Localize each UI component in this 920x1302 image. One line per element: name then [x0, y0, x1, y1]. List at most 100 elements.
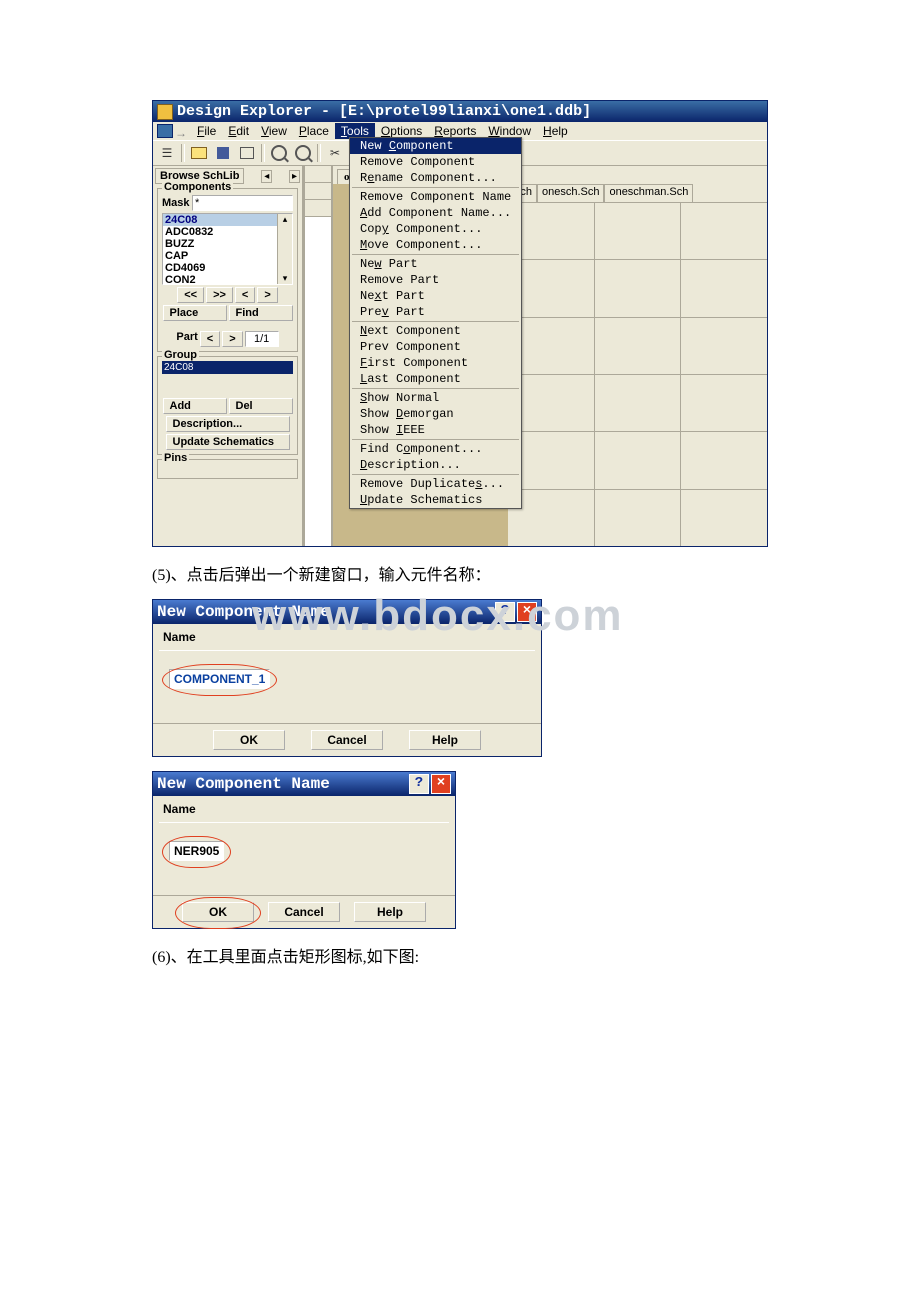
- vertical-divider: [303, 166, 333, 546]
- tab-scroll-right[interactable]: ▸: [289, 170, 300, 183]
- menu-item[interactable]: Add Component Name...: [350, 205, 521, 221]
- ok-button[interactable]: OK: [182, 902, 254, 922]
- menu-help[interactable]: Help: [537, 123, 574, 139]
- add-button[interactable]: Add: [163, 398, 227, 414]
- dialog-close-icon[interactable]: ×: [431, 774, 451, 794]
- group-fieldset: Group 24C08 Add Del Description... Updat…: [157, 356, 298, 455]
- nav-next-button[interactable]: >>: [206, 287, 233, 303]
- menu-item[interactable]: Show IEEE: [350, 422, 521, 438]
- dialog-title: New Component Name: [157, 775, 330, 793]
- menu-item[interactable]: Last Component: [350, 371, 521, 387]
- thumbnail-grid: [508, 203, 767, 546]
- tools-dropdown-menu[interactable]: New ComponentRemove ComponentRename Comp…: [349, 137, 522, 509]
- right-tab-oneschman[interactable]: oneschman.Sch: [604, 184, 693, 202]
- group-selection[interactable]: 24C08: [162, 361, 293, 374]
- find-button[interactable]: Find: [229, 305, 293, 321]
- menu-item[interactable]: Next Part: [350, 288, 521, 304]
- menu-edit[interactable]: Edit: [222, 123, 255, 139]
- part-index: 1/1: [245, 331, 279, 347]
- menu-item[interactable]: First Component: [350, 355, 521, 371]
- menu-view[interactable]: View: [255, 123, 293, 139]
- component-name-input[interactable]: NER905: [169, 841, 224, 861]
- dialog-name-label: Name: [159, 628, 535, 650]
- step-5-text: (5)、点击后弹出一个新建窗口，输入元件名称：: [152, 561, 768, 585]
- zoom-in-icon[interactable]: [269, 143, 289, 163]
- help-button[interactable]: Help: [409, 730, 481, 750]
- menu-item[interactable]: Show Demorgan: [350, 406, 521, 422]
- mask-label: Mask: [162, 197, 190, 209]
- menu-item[interactable]: Remove Component Name: [350, 189, 521, 205]
- forward-icon[interactable]: →: [175, 126, 189, 136]
- window-title: Design Explorer - [E:\protel99lianxi\one…: [177, 103, 591, 120]
- menu-item[interactable]: Rename Component...: [350, 170, 521, 186]
- right-tab-onesch[interactable]: onesch.Sch: [537, 184, 604, 202]
- menu-item[interactable]: Prev Component: [350, 339, 521, 355]
- nav-prev-button[interactable]: <: [235, 287, 255, 303]
- part-label: Part: [176, 331, 197, 347]
- menu-item[interactable]: Remove Duplicates...: [350, 476, 521, 492]
- ok-button[interactable]: OK: [213, 730, 285, 750]
- nav-first-button[interactable]: <<: [177, 287, 204, 303]
- tab-scroll-left[interactable]: ◂: [261, 170, 272, 183]
- cancel-button[interactable]: Cancel: [311, 730, 383, 750]
- design-explorer-window: Design Explorer - [E:\protel99lianxi\one…: [152, 100, 768, 547]
- cut-icon[interactable]: ✂: [325, 143, 345, 163]
- menu-item[interactable]: Prev Part: [350, 304, 521, 320]
- pins-legend: Pins: [162, 452, 189, 464]
- open-icon[interactable]: [189, 143, 209, 163]
- help-button[interactable]: Help: [354, 902, 426, 922]
- list-item[interactable]: CD4069: [163, 262, 292, 274]
- menu-item[interactable]: Description...: [350, 457, 521, 473]
- mask-input[interactable]: *: [192, 195, 293, 211]
- description-button[interactable]: Description...: [166, 416, 290, 432]
- back-folder-icon[interactable]: [157, 124, 173, 138]
- menu-item[interactable]: Show Normal: [350, 390, 521, 406]
- menu-item[interactable]: New Part: [350, 256, 521, 272]
- menu-item[interactable]: Move Component...: [350, 237, 521, 253]
- place-button[interactable]: Place: [163, 305, 227, 321]
- menu-item[interactable]: Find Component...: [350, 441, 521, 457]
- list-item[interactable]: 24C08: [163, 214, 292, 226]
- part-next-button[interactable]: >: [222, 331, 242, 347]
- menu-item[interactable]: Next Component: [350, 323, 521, 339]
- zoom-out-icon[interactable]: [293, 143, 313, 163]
- cancel-button[interactable]: Cancel: [268, 902, 340, 922]
- save-icon[interactable]: [213, 143, 233, 163]
- dialog-title: New Component Name: [157, 603, 330, 621]
- component-name-input[interactable]: COMPONENT_1: [169, 669, 270, 689]
- print-icon[interactable]: [237, 143, 257, 163]
- menu-item[interactable]: Remove Component: [350, 154, 521, 170]
- menu-place[interactable]: Place: [293, 123, 335, 139]
- components-fieldset: Components Mask * 24C08ADC0832BUZZCAPCD4…: [157, 188, 298, 352]
- app-icon: [157, 104, 173, 120]
- menu-item[interactable]: Update Schematics: [350, 492, 521, 508]
- list-item[interactable]: ADC0832: [163, 226, 292, 238]
- dialog-help-icon[interactable]: ?: [409, 774, 429, 794]
- new-component-dialog-2: New Component Name ? × Name NER905 OK Ca…: [152, 771, 456, 929]
- nav-last-button[interactable]: >: [257, 287, 277, 303]
- update-schematics-button[interactable]: Update Schematics: [166, 434, 290, 450]
- list-item[interactable]: BUZZ: [163, 238, 292, 250]
- listbox-scrollbar[interactable]: ▴▾: [277, 214, 292, 284]
- menu-item[interactable]: Remove Part: [350, 272, 521, 288]
- tree-toggle-icon[interactable]: ☰: [157, 143, 177, 163]
- dialog-title-bar: New Component Name ? ×: [153, 600, 541, 624]
- components-legend: Components: [162, 181, 233, 193]
- del-button[interactable]: Del: [229, 398, 293, 414]
- menu-item[interactable]: Copy Component...: [350, 221, 521, 237]
- pins-fieldset: Pins: [157, 459, 298, 479]
- menu-file[interactable]: File: [191, 123, 222, 139]
- step-6-text: (6)、在工具里面点击矩形图标,如下图:: [152, 943, 768, 967]
- menu-item[interactable]: New Component: [350, 138, 521, 154]
- list-item[interactable]: CON2: [163, 274, 292, 285]
- dialog-help-icon[interactable]: ?: [495, 602, 515, 622]
- side-panel: Browse SchLib ◂ ▸ Components Mask * 24C0…: [153, 166, 303, 546]
- components-listbox[interactable]: 24C08ADC0832BUZZCAPCD4069CON2 ▴▾: [162, 213, 293, 285]
- dialog-close-icon[interactable]: ×: [517, 602, 537, 622]
- thumbnail-panel: Sch onesch.Sch oneschman.Sch: [508, 184, 767, 546]
- dialog-title-bar: New Component Name ? ×: [153, 772, 455, 796]
- title-bar: Design Explorer - [E:\protel99lianxi\one…: [153, 101, 767, 122]
- part-prev-button[interactable]: <: [200, 331, 220, 347]
- list-item[interactable]: CAP: [163, 250, 292, 262]
- dialog-name-label: Name: [159, 800, 449, 822]
